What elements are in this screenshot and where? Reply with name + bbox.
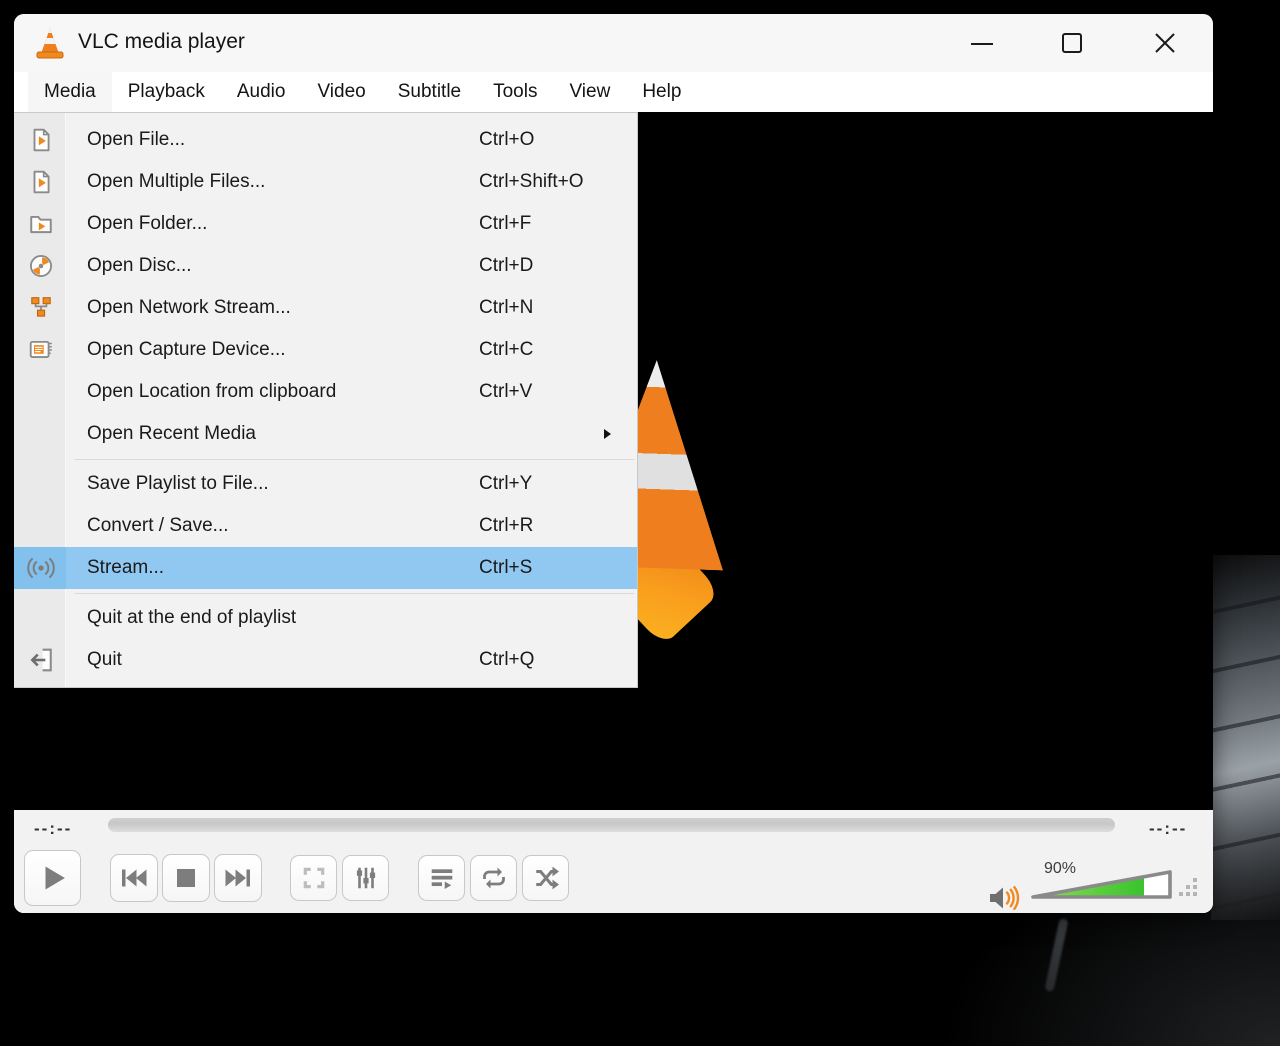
menu-item-open-multiple-files[interactable]: Open Multiple Files... Ctrl+Shift+O [14, 161, 637, 203]
menubar-item-video[interactable]: Video [301, 72, 381, 112]
disc-icon [27, 252, 55, 280]
equalizer-icon [353, 865, 379, 891]
stop-icon [177, 869, 195, 887]
menubar-item-tools[interactable]: Tools [477, 72, 553, 112]
maximize-button[interactable] [1049, 14, 1095, 72]
menu-item-label: Open Network Stream... [87, 297, 291, 319]
menu-item-open-folder[interactable]: Open Folder... Ctrl+F [14, 203, 637, 245]
menu-item-quit-at-end-of-playlist[interactable]: Quit at the end of playlist [14, 597, 637, 639]
seek-bar[interactable] [108, 818, 1115, 832]
minimize-button[interactable] [959, 14, 1005, 72]
menu-item-label: Open Multiple Files... [87, 171, 265, 193]
menu-item-stream[interactable]: Stream... Ctrl+S [14, 547, 637, 589]
window-title: VLC media player [78, 30, 245, 54]
close-button[interactable] [1142, 14, 1188, 72]
vlc-cone-icon [36, 27, 64, 59]
quit-icon [27, 646, 55, 674]
menu-item-label: Open Folder... [87, 213, 207, 235]
file-play-icon [27, 168, 55, 196]
next-icon [223, 866, 253, 890]
stop-button[interactable] [162, 854, 210, 902]
menu-item-shortcut: Ctrl+F [479, 213, 531, 235]
folder-icon [27, 210, 55, 238]
fullscreen-icon [301, 865, 327, 891]
submenu-arrow-icon [604, 429, 611, 439]
loop-button[interactable] [470, 855, 517, 901]
menubar-item-media[interactable]: Media [28, 72, 112, 112]
menu-item-label: Stream... [87, 557, 164, 579]
network-icon [27, 294, 55, 322]
menu-item-open-network-stream[interactable]: Open Network Stream... Ctrl+N [14, 287, 637, 329]
menu-separator [14, 455, 637, 463]
next-button[interactable] [214, 854, 262, 902]
file-play-icon [27, 126, 55, 154]
menu-separator [14, 589, 637, 597]
close-icon [1154, 32, 1176, 54]
resize-grip[interactable] [1177, 876, 1199, 903]
media-dropdown-menu: Open File... Ctrl+O Open Multiple Files.… [14, 112, 638, 688]
previous-icon [119, 866, 149, 890]
playlist-icon [429, 865, 455, 891]
menu-item-quit[interactable]: Quit Ctrl+Q [14, 639, 637, 681]
capture-card-icon [27, 336, 55, 364]
menubar-item-help[interactable]: Help [626, 72, 697, 112]
menu-item-label: Open Capture Device... [87, 339, 286, 361]
menu-item-shortcut: Ctrl+Y [479, 473, 532, 495]
menu-item-open-location-from-clipboard[interactable]: Open Location from clipboard Ctrl+V [14, 371, 637, 413]
menu-item-label: Open File... [87, 129, 185, 151]
menu-item-label: Convert / Save... [87, 515, 229, 537]
play-icon [38, 863, 68, 893]
shuffle-button[interactable] [522, 855, 569, 901]
menu-item-label: Open Recent Media [87, 423, 256, 445]
broadcast-icon [21, 554, 61, 582]
elapsed-time: --:-- [34, 819, 72, 839]
menu-item-open-disc[interactable]: Open Disc... Ctrl+D [14, 245, 637, 287]
transport-bar: --:-- --:-- 90% [14, 810, 1213, 913]
menubar-item-subtitle[interactable]: Subtitle [382, 72, 477, 112]
menu-item-open-file[interactable]: Open File... Ctrl+O [14, 119, 637, 161]
menubar-item-view[interactable]: View [553, 72, 626, 112]
speaker-icon[interactable] [986, 884, 1022, 913]
menu-item-shortcut: Ctrl+D [479, 255, 533, 277]
play-button[interactable] [24, 850, 81, 906]
volume-slider[interactable] [1028, 866, 1176, 902]
menu-item-open-capture-device[interactable]: Open Capture Device... Ctrl+C [14, 329, 637, 371]
menu-item-shortcut: Ctrl+S [479, 557, 532, 579]
menu-item-label: Open Location from clipboard [87, 381, 336, 403]
menubar-item-audio[interactable]: Audio [221, 72, 302, 112]
menu-item-label: Open Disc... [87, 255, 192, 277]
vlc-window: VLC media player Media Playback Audio Vi… [14, 14, 1213, 913]
menu-item-save-playlist[interactable]: Save Playlist to File... Ctrl+Y [14, 463, 637, 505]
menu-item-open-recent-media[interactable]: Open Recent Media [14, 413, 637, 455]
menu-item-shortcut: Ctrl+C [479, 339, 533, 361]
maximize-icon [1062, 33, 1082, 53]
menu-item-shortcut: Ctrl+N [479, 297, 533, 319]
shuffle-icon [533, 865, 559, 891]
menu-item-shortcut: Ctrl+O [479, 129, 534, 151]
title-bar[interactable]: VLC media player [14, 14, 1213, 72]
menu-bar: Media Playback Audio Video Subtitle Tool… [14, 72, 1213, 112]
menu-item-convert-save[interactable]: Convert / Save... Ctrl+R [14, 505, 637, 547]
equalizer-button[interactable] [342, 855, 389, 901]
menu-item-shortcut: Ctrl+Shift+O [479, 171, 584, 193]
menu-item-label: Quit [87, 649, 122, 671]
menu-item-label: Quit at the end of playlist [87, 607, 296, 629]
playlist-button[interactable] [418, 855, 465, 901]
previous-button[interactable] [110, 854, 158, 902]
menu-item-shortcut: Ctrl+V [479, 381, 532, 403]
menu-item-shortcut: Ctrl+Q [479, 649, 534, 671]
menu-item-label: Save Playlist to File... [87, 473, 269, 495]
menubar-item-playback[interactable]: Playback [112, 72, 221, 112]
loop-icon [480, 865, 508, 891]
menu-item-shortcut: Ctrl+R [479, 515, 533, 537]
fullscreen-button[interactable] [290, 855, 337, 901]
minimize-icon [971, 43, 993, 45]
total-time: --:-- [1149, 819, 1187, 839]
